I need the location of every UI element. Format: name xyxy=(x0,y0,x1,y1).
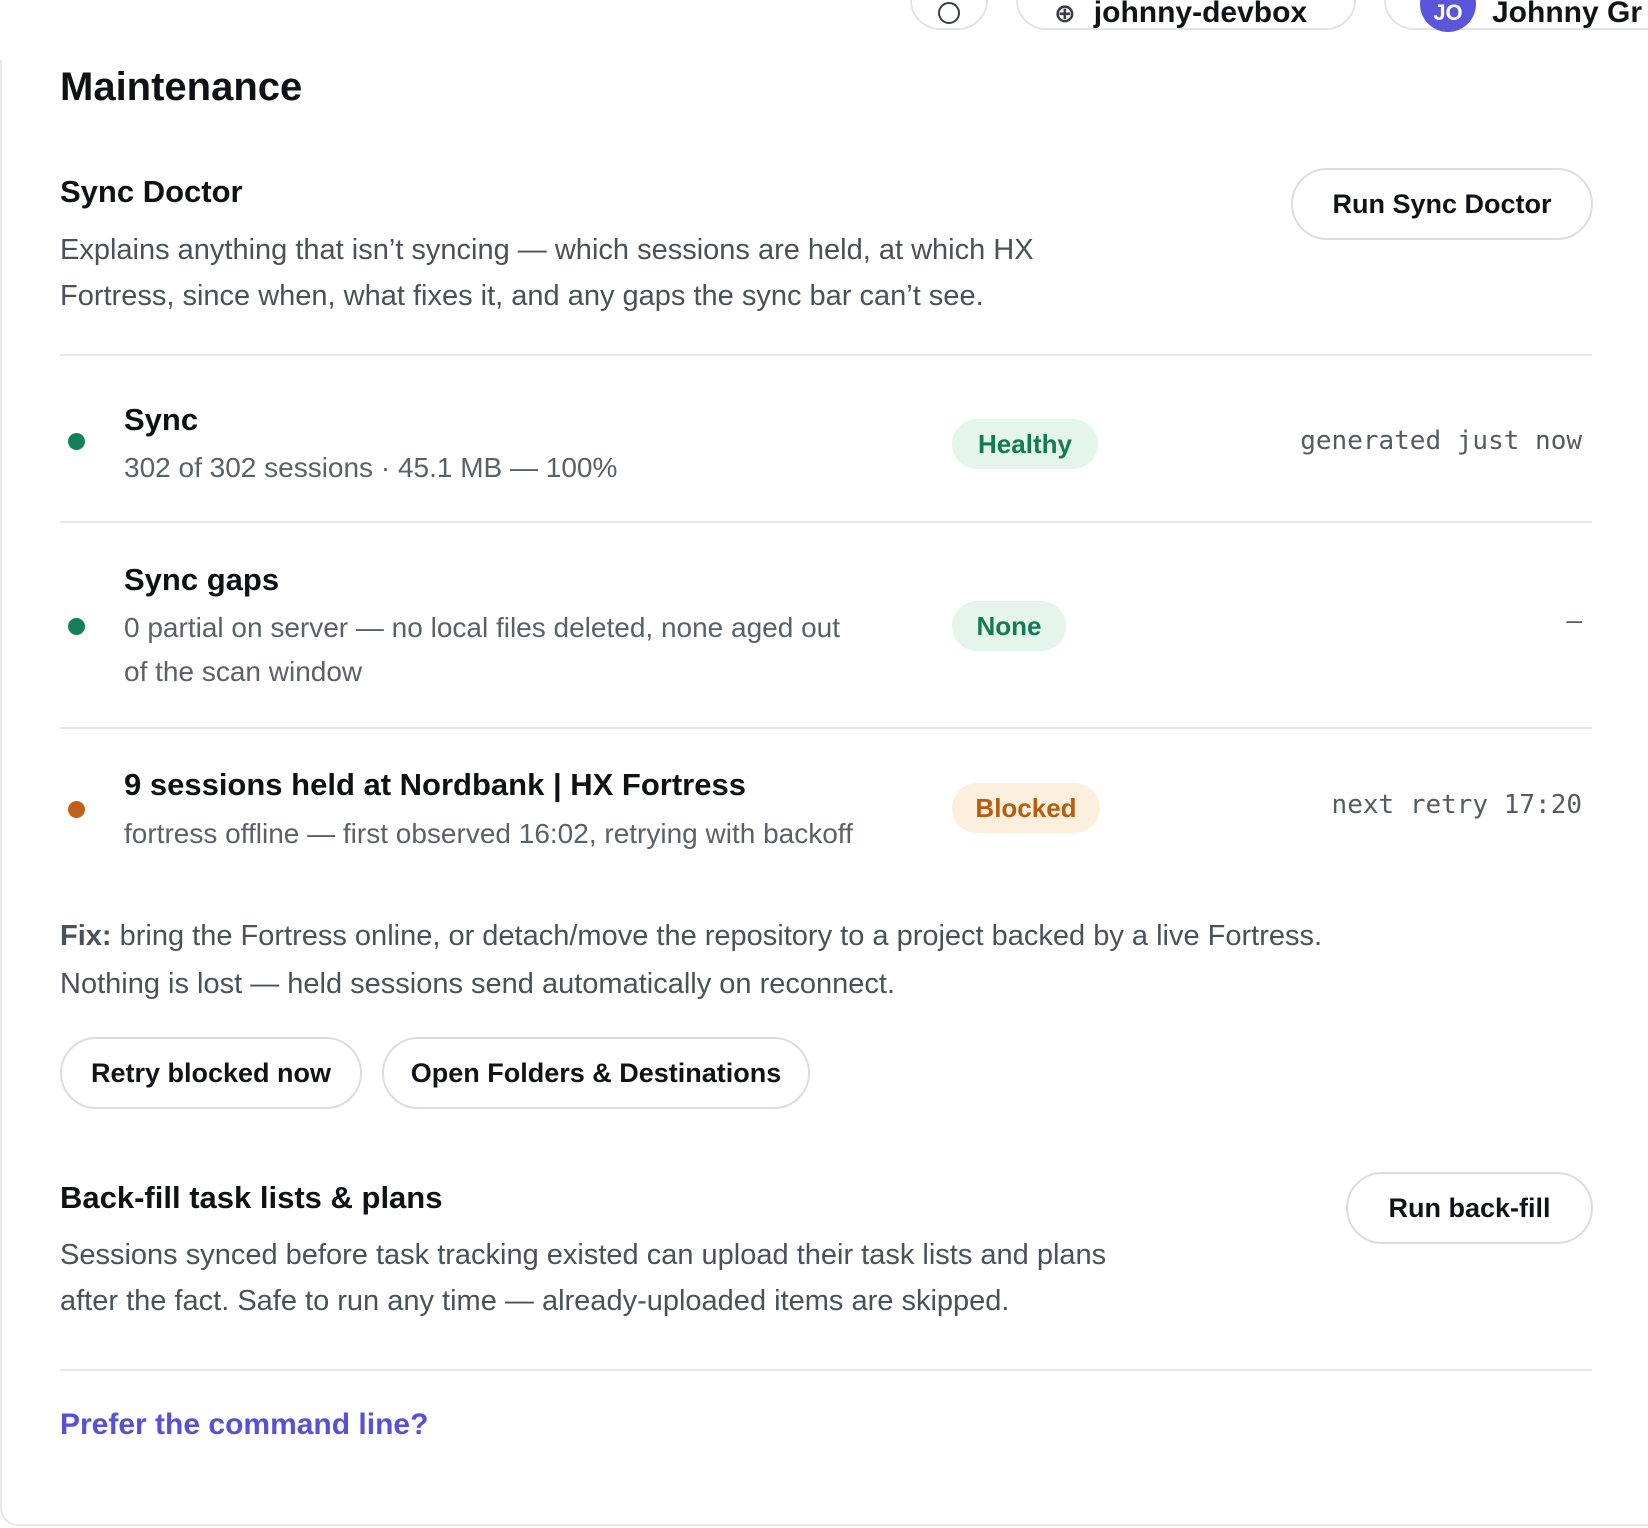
help-button[interactable] xyxy=(910,0,988,30)
device-selector[interactable]: ⊕ johnny-devbox xyxy=(1016,0,1356,30)
page-title: Maintenance xyxy=(60,65,303,109)
status-badge-none: None xyxy=(952,601,1066,651)
divider xyxy=(60,354,1592,356)
user-name: Johnny Gr xyxy=(1492,0,1643,29)
backfill-description: Sessions synced before task tracking exi… xyxy=(60,1239,1107,1317)
status-dot-blocked xyxy=(68,801,85,818)
run-sync-doctor-button[interactable]: Run Sync Doctor xyxy=(1291,168,1593,240)
top-header: ⊕ johnny-devbox JO Johnny Gr xyxy=(0,0,1648,62)
row-subtitle-held-sessions: fortress offline — first observed 16:02,… xyxy=(124,818,853,849)
command-line-link[interactable]: Prefer the command line? xyxy=(60,1408,428,1442)
sync-doctor-description: Explains anything that isn’t syncing — w… xyxy=(60,234,1034,312)
row-title-held-sessions: 9 sessions held at Nordbank | HX Fortres… xyxy=(124,767,746,802)
maintenance-card: Maintenance Sync Doctor Explains anythin… xyxy=(0,60,1648,1526)
status-dot-none xyxy=(68,618,85,635)
user-menu[interactable]: JO Johnny Gr xyxy=(1384,0,1648,32)
open-folders-destinations-button[interactable]: Open Folders & Destinations xyxy=(382,1037,810,1109)
status-dot-healthy xyxy=(68,433,85,450)
retry-blocked-button[interactable]: Retry blocked now xyxy=(60,1037,362,1109)
divider xyxy=(60,521,1592,523)
avatar: JO xyxy=(1420,0,1476,32)
device-icon: ⊕ xyxy=(1054,0,1076,28)
row-subtitle-sync: 302 of 302 sessions · 45.1 MB — 100% xyxy=(124,452,618,483)
divider xyxy=(60,1369,1592,1371)
row-title-sync-gaps: Sync gaps xyxy=(124,562,280,597)
row-meta-held-sessions: next retry 17:20 xyxy=(1331,790,1582,820)
status-badge-blocked: Blocked xyxy=(952,783,1100,833)
row-title-sync: Sync xyxy=(124,402,199,437)
fix-label: Fix: xyxy=(60,920,112,952)
status-badge-healthy: Healthy xyxy=(952,419,1098,469)
row-meta-sync: generated just now xyxy=(1300,426,1582,456)
row-meta-sync-gaps: — xyxy=(1566,606,1582,636)
fix-instructions: Fix: bring the Fortress online, or detac… xyxy=(60,920,1323,1000)
row-subtitle-sync-gaps: 0 partial on server — no local files del… xyxy=(124,612,841,687)
sync-doctor-title: Sync Doctor xyxy=(60,174,243,209)
backfill-title: Back-fill task lists & plans xyxy=(60,1180,443,1215)
help-icon xyxy=(938,2,960,24)
run-backfill-button[interactable]: Run back-fill xyxy=(1346,1172,1593,1244)
device-label: johnny-devbox xyxy=(1093,0,1308,29)
divider xyxy=(60,727,1592,729)
